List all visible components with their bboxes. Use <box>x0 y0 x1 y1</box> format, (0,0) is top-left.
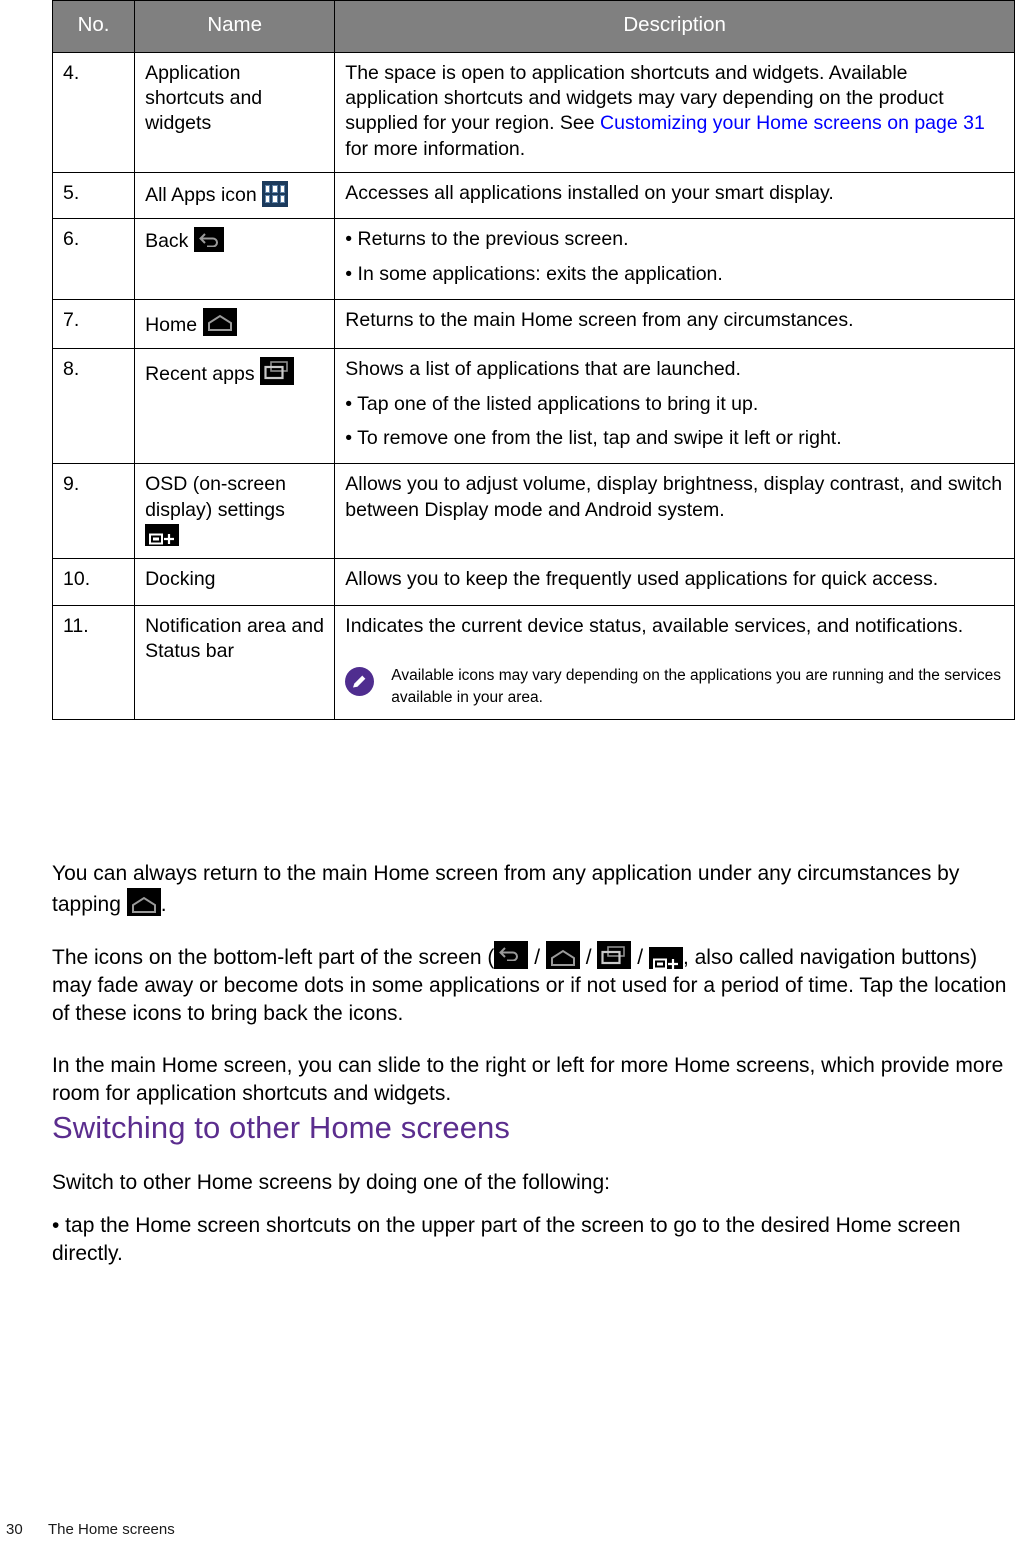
paragraph-text: The icons on the bottom-left part of the… <box>52 946 495 969</box>
cell-description: Shows a list of applications that are la… <box>334 348 1015 465</box>
table-row: 4. Application shortcuts and widgets The… <box>51 51 1015 174</box>
description-line: Accesses all applications installed on y… <box>345 182 834 205</box>
icon-separator: / <box>528 946 546 969</box>
cell-no: 11. <box>51 604 136 721</box>
column-header-no: No. <box>51 0 136 53</box>
column-header-description: Description <box>334 0 1015 53</box>
cell-no: 5. <box>51 172 136 220</box>
table-row: 5. All Apps icon Accesses all applicatio… <box>51 172 1015 220</box>
description-line: Allows you to keep the frequently used a… <box>345 568 939 591</box>
all-apps-icon <box>262 181 289 208</box>
bullet-list-item: • tap the Home screen shortcuts on the u… <box>52 1212 1015 1268</box>
column-header-name: Name <box>134 0 336 53</box>
recent-apps-icon <box>597 941 632 969</box>
cell-name: All Apps icon <box>134 172 336 220</box>
description-line: Indicates the current device status, ava… <box>345 614 964 637</box>
description-line: Returns to the main Home screen from any… <box>345 309 854 332</box>
paragraph-switch-intro: Switch to other Home screens by doing on… <box>52 1171 610 1194</box>
cell-no: 8. <box>51 348 136 465</box>
feature-name-label: Back <box>145 230 189 253</box>
feature-name-label: Recent apps <box>145 363 255 386</box>
cell-description: The space is open to application shortcu… <box>334 51 1015 174</box>
feature-name-label: Docking <box>145 568 216 591</box>
description-text-part2: for more information. <box>345 137 526 160</box>
cell-name: Back <box>134 218 336 301</box>
feature-name-label: Home <box>145 314 198 337</box>
note-callout: Available icons may vary depending on th… <box>345 665 1004 709</box>
table-row: 6. Back • Returns to the previous screen… <box>51 218 1015 301</box>
bullet-text: • tap the Home screen shortcuts on the u… <box>52 1214 961 1265</box>
home-icon <box>202 308 237 337</box>
note-text: Available icons may vary depending on th… <box>391 667 1002 707</box>
table-row: 10. Docking Allows you to keep the frequ… <box>51 558 1015 606</box>
table-header-row: No. Name Description <box>51 0 1015 53</box>
cell-no: 9. <box>51 463 136 560</box>
icon-separator: / <box>631 946 649 969</box>
table-row: 8. Recent apps Shows a list of applicati… <box>51 348 1015 465</box>
cell-description: Indicates the current device status, ava… <box>334 604 1015 721</box>
cell-description: Allows you to keep the frequently used a… <box>334 558 1015 606</box>
cross-reference-link[interactable]: Customizing your Home screens on page 31 <box>600 112 985 134</box>
cell-name: Notification area and Status bar <box>134 604 336 721</box>
cell-description: Returns to the main Home screen from any… <box>334 299 1015 350</box>
icon-separator: / <box>579 946 598 969</box>
cell-no: 7. <box>51 299 136 350</box>
feature-name-label: Notification area and Status bar <box>145 614 324 663</box>
home-icon <box>545 941 580 969</box>
pencil-note-icon <box>345 667 375 697</box>
feature-name-label: OSD (on-screen display) settings <box>145 473 286 521</box>
cell-name: Docking <box>134 558 336 606</box>
osd-settings-icon <box>145 524 180 547</box>
cell-name: Application shortcuts and widgets <box>134 51 336 174</box>
footer-section-title: The Home screens <box>48 1521 175 1538</box>
description-line: • Returns to the previous screen. <box>345 228 629 251</box>
table-row: 11. Notification area and Status bar Ind… <box>51 604 1015 721</box>
paragraph-navigation-buttons: The icons on the bottom-left part of the… <box>52 941 1015 1028</box>
feature-name-label: All Apps icon <box>145 184 257 207</box>
description-line: Shows a list of applications that are la… <box>345 358 741 381</box>
description-line: • In some applications: exits the applic… <box>345 262 723 285</box>
cell-description: Allows you to adjust volume, display bri… <box>334 463 1015 560</box>
description-line: Allows you to adjust volume, display bri… <box>345 473 1003 521</box>
paragraph-more-home-screens: In the main Home screen, you can slide t… <box>52 1054 1004 1105</box>
cell-no: 6. <box>51 218 136 301</box>
paragraph-text: You can always return to the main Home s… <box>52 862 960 916</box>
back-icon <box>494 941 529 969</box>
section-heading: Switching to other Home screens <box>52 1110 510 1145</box>
cell-no: 4. <box>51 51 136 174</box>
cell-name: OSD (on-screen display) settings <box>134 463 336 560</box>
cell-description: Accesses all applications installed on y… <box>334 172 1015 220</box>
cell-name: Recent apps <box>134 348 336 465</box>
cell-no: 10. <box>51 558 136 606</box>
feature-name-label: Application shortcuts and widgets <box>145 61 263 135</box>
home-icon <box>126 887 161 916</box>
table-row: 9. OSD (on-screen display) settings Allo… <box>51 463 1015 560</box>
back-icon <box>193 227 224 253</box>
page-number: 30 <box>6 1521 23 1538</box>
recent-apps-icon <box>260 357 294 386</box>
cell-description: • Returns to the previous screen. • In s… <box>334 218 1015 301</box>
table-row: 7. Home Returns to the main Home screen … <box>51 299 1015 350</box>
paragraph-text-end: . <box>160 892 167 916</box>
description-line: • Tap one of the listed applications to … <box>345 392 759 415</box>
feature-description-table: No. Name Description 4. Application shor… <box>51 0 1015 721</box>
cell-name: Home <box>134 299 336 350</box>
manual-page: No. Name Description 4. Application shor… <box>0 0 1019 1559</box>
description-line: • To remove one from the list, tap and s… <box>345 427 842 450</box>
osd-settings-icon <box>648 947 683 970</box>
paragraph-return-home: You can always return to the main Home s… <box>52 860 1015 919</box>
